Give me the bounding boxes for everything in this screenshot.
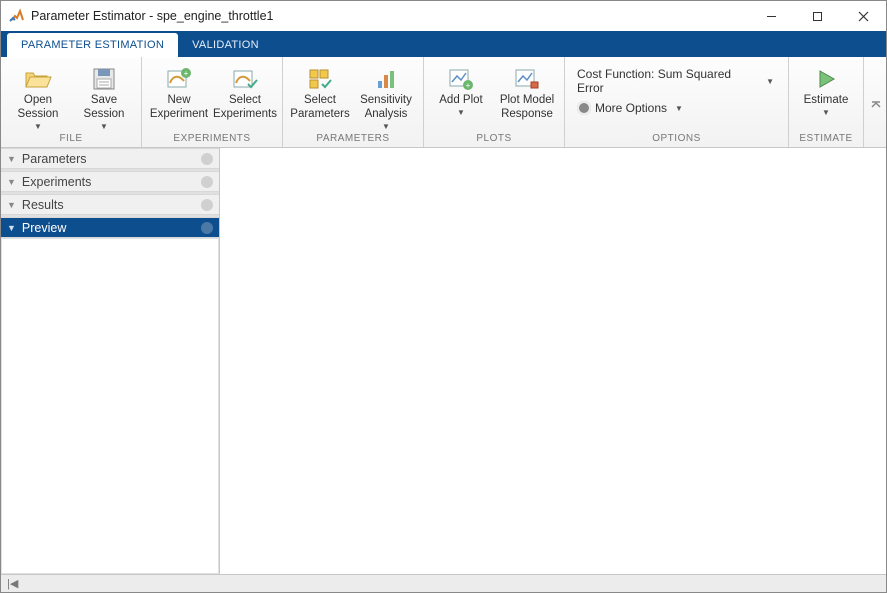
- chevron-down-icon: ▼: [822, 108, 830, 117]
- panel-header-parameters[interactable]: ▼ Parameters: [1, 148, 219, 169]
- save-session-button[interactable]: Save Session ▼: [73, 63, 135, 131]
- folder-open-icon: [24, 67, 52, 91]
- panel-close-icon[interactable]: [201, 222, 213, 234]
- panel-header-results[interactable]: ▼ Results: [1, 194, 219, 215]
- group-plots: + Add Plot ▼ Plot Model Response PLOTS: [424, 57, 565, 147]
- close-button[interactable]: [840, 1, 886, 31]
- group-experiments: + New Experiment Select Experiments EXPE…: [142, 57, 283, 147]
- ribbon-tabstrip: PARAMETER ESTIMATION VALIDATION: [1, 31, 886, 57]
- caret-down-icon: ▼: [7, 200, 16, 210]
- title-bar: Parameter Estimator - spe_engine_throttl…: [1, 1, 886, 31]
- panel-header-preview[interactable]: ▼ Preview: [1, 217, 219, 238]
- sensitivity-analysis-button[interactable]: Sensitivity Analysis ▼: [355, 63, 417, 131]
- select-parameters-button[interactable]: Select Parameters: [289, 63, 351, 121]
- new-experiment-icon: +: [165, 67, 193, 91]
- panel-preview: ▼ Preview: [1, 217, 219, 574]
- panel-close-icon[interactable]: [201, 153, 213, 165]
- minimize-button[interactable]: [748, 1, 794, 31]
- sidebar: ▼ Parameters ▼ Experiments ▼ Results: [1, 148, 220, 574]
- add-plot-button[interactable]: + Add Plot ▼: [430, 63, 492, 117]
- tab-parameter-estimation[interactable]: PARAMETER ESTIMATION: [7, 33, 178, 57]
- chevron-down-icon: ▼: [34, 122, 42, 131]
- more-options-dropdown[interactable]: More Options ▼: [577, 101, 774, 115]
- chevron-down-icon: ▼: [382, 122, 390, 131]
- chevron-down-icon: ▼: [457, 108, 465, 117]
- panel-results: ▼ Results: [1, 194, 219, 217]
- svg-text:+: +: [466, 81, 471, 90]
- caret-down-icon: ▼: [7, 154, 16, 164]
- floppy-disk-icon: [90, 67, 118, 91]
- caret-down-icon: ▼: [7, 223, 16, 233]
- status-back-icon[interactable]: |◀: [7, 577, 18, 590]
- select-experiments-button[interactable]: Select Experiments: [214, 63, 276, 121]
- group-estimate: Estimate ▼ ESTIMATE: [789, 57, 864, 147]
- new-experiment-button[interactable]: + New Experiment: [148, 63, 210, 121]
- maximize-button[interactable]: [794, 1, 840, 31]
- gear-icon: [577, 101, 591, 115]
- chevron-down-icon: ▼: [100, 122, 108, 131]
- ribbon-toolstrip: Open Session ▼ Save Session ▼ FILE + New…: [1, 57, 886, 148]
- chevron-down-icon: ▼: [675, 104, 683, 113]
- svg-text:+: +: [184, 69, 189, 78]
- group-parameters: Select Parameters Sensitivity Analysis ▼…: [283, 57, 424, 147]
- panel-parameters: ▼ Parameters: [1, 148, 219, 171]
- panel-close-icon[interactable]: [201, 176, 213, 188]
- caret-down-icon: ▼: [7, 177, 16, 187]
- open-session-button[interactable]: Open Session ▼: [7, 63, 69, 131]
- plot-model-response-icon: [513, 67, 541, 91]
- matlab-logo-icon: [9, 8, 25, 24]
- window-title: Parameter Estimator - spe_engine_throttl…: [31, 9, 748, 23]
- plot-model-response-button[interactable]: Plot Model Response: [496, 63, 558, 121]
- cost-function-dropdown[interactable]: Cost Function: Sum Squared Error ▼: [577, 67, 774, 95]
- status-bar: |◀: [1, 574, 886, 592]
- select-experiments-icon: [231, 67, 259, 91]
- group-options: Cost Function: Sum Squared Error ▼ More …: [565, 57, 789, 147]
- panel-header-experiments[interactable]: ▼ Experiments: [1, 171, 219, 192]
- panel-experiments: ▼ Experiments: [1, 171, 219, 194]
- group-file: Open Session ▼ Save Session ▼ FILE: [1, 57, 142, 147]
- collapse-ribbon-button[interactable]: [864, 57, 886, 147]
- play-icon: [812, 67, 840, 91]
- sensitivity-analysis-icon: [372, 67, 400, 91]
- panel-close-icon[interactable]: [201, 199, 213, 211]
- add-plot-icon: +: [447, 67, 475, 91]
- chevron-down-icon: ▼: [766, 77, 774, 86]
- estimate-button[interactable]: Estimate ▼: [795, 63, 857, 117]
- main-canvas[interactable]: [220, 148, 886, 574]
- select-parameters-icon: [306, 67, 334, 91]
- tab-validation[interactable]: VALIDATION: [178, 33, 273, 57]
- window-controls: [748, 1, 886, 31]
- panel-body-preview[interactable]: [1, 238, 219, 574]
- body: ▼ Parameters ▼ Experiments ▼ Results: [1, 148, 886, 574]
